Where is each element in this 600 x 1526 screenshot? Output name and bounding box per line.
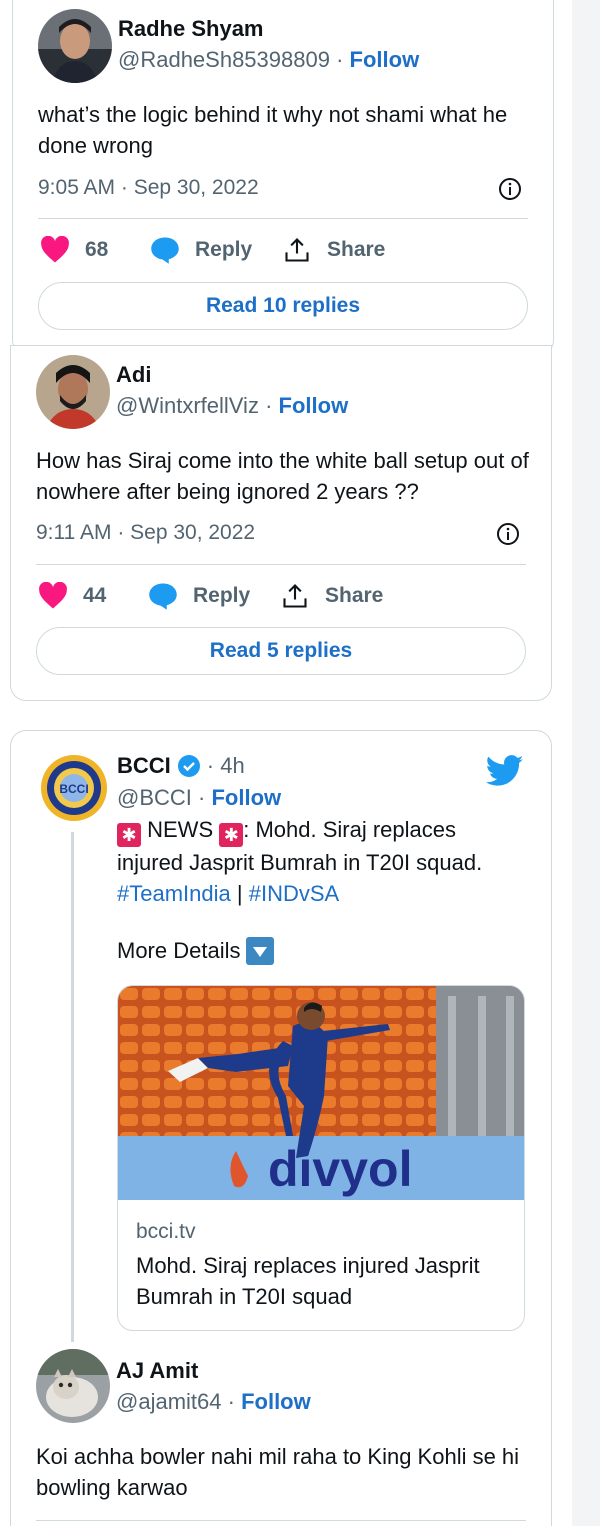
reply-bubble-icon (151, 237, 179, 264)
reply-label: Reply (195, 238, 253, 261)
down-arrow-icon (246, 936, 275, 965)
author-handle[interactable]: @BCCI (117, 785, 192, 810)
avatar-radhe[interactable] (38, 9, 112, 83)
avatar-ajamit[interactable] (36, 1349, 110, 1423)
share-icon (285, 238, 309, 262)
emblem-text: BCCI (59, 782, 88, 796)
hashtag-indvsa[interactable]: #INDvSA (249, 881, 339, 906)
author-handle-line: @ajamit64 · Follow (116, 1389, 311, 1415)
reply-bubble-icon (149, 583, 177, 610)
read-replies-button[interactable]: Read 5 replies (36, 627, 526, 675)
bcci-name[interactable]: BCCI (117, 753, 171, 779)
share-action[interactable]: Share (281, 582, 383, 610)
verified-icon (177, 755, 200, 777)
info-icon[interactable] (496, 522, 520, 546)
like-button[interactable]: 68 (40, 236, 108, 264)
link-image: divyol (118, 986, 524, 1200)
thread-line (71, 832, 74, 1342)
reply-label: Reply (193, 584, 251, 607)
more-details-label: More Details (117, 938, 241, 963)
tweet-age: · 4h (206, 753, 245, 778)
siren-icon: ✱ (219, 823, 244, 847)
heart-icon (41, 236, 69, 263)
follow-button[interactable]: Follow (211, 785, 281, 810)
tweet-text: How has Siraj come into the white ball s… (36, 448, 529, 504)
like-count: 44 (83, 584, 107, 607)
tweet-timestamp[interactable]: 9:11 AM · Sep 30, 2022 (36, 521, 255, 545)
share-label: Share (325, 584, 384, 607)
heart-icon (39, 582, 67, 609)
author-handle[interactable]: @WintxrfellViz (116, 393, 259, 418)
tweet-text: what’s the logic behind it why not shami… (38, 102, 508, 158)
info-icon[interactable] (498, 177, 522, 201)
divider (36, 564, 526, 565)
avatar-adi[interactable] (36, 355, 110, 429)
author-handle[interactable]: @ajamit64 (116, 1389, 222, 1414)
hashtag-separator: | (236, 881, 243, 906)
tweet-timestamp[interactable]: 9:05 AM · Sep 30, 2022 (38, 176, 259, 200)
share-icon (283, 584, 307, 608)
link-card[interactable]: divyol bcci.tv Mohd. Siraj replaces inju… (117, 985, 525, 1331)
reply-action[interactable]: Reply (148, 582, 250, 610)
separator-dot: · (265, 393, 273, 418)
follow-button[interactable]: Follow (241, 1389, 311, 1414)
separator-dot: · (227, 1389, 235, 1414)
author-name[interactable]: Radhe Shyam (118, 16, 264, 42)
author-handle-line: @BCCI · Follow (117, 785, 281, 811)
news-word: NEWS (147, 817, 214, 842)
separator-dot: · (336, 47, 344, 72)
tweet-text: Koi achha bowler nahi mil raha to King K… (36, 1444, 520, 1500)
link-title: Mohd. Siraj replaces injured Jasprit Bum… (136, 1253, 480, 1309)
divider (38, 218, 528, 219)
author-handle-line: @WintxrfellViz · Follow (116, 393, 348, 419)
bcci-tweet-text: ✱ NEWS ✱: Mohd. Siraj replaces injured J… (117, 814, 527, 909)
reply-action[interactable]: Reply (150, 236, 252, 264)
author-name[interactable]: Adi (116, 362, 151, 388)
author-name: BCCI · 4h (117, 753, 245, 779)
share-action[interactable]: Share (283, 236, 385, 264)
follow-button[interactable]: Follow (279, 393, 349, 418)
share-label: Share (327, 238, 386, 261)
like-count: 68 (85, 238, 109, 261)
read-replies-button[interactable]: Read 10 replies (38, 282, 528, 330)
bcci-logo[interactable]: BCCI (36, 750, 112, 826)
like-button[interactable]: 44 (38, 582, 106, 610)
hashtag-teamindia[interactable]: #TeamIndia (117, 881, 231, 906)
follow-button[interactable]: Follow (350, 47, 420, 72)
divider (36, 1520, 526, 1521)
right-gutter (572, 0, 600, 1526)
separator-dot: · (198, 785, 206, 810)
author-name[interactable]: AJ Amit (116, 1358, 198, 1384)
author-handle-line: @RadheSh85398809 · Follow (118, 47, 419, 73)
twitter-bird-icon[interactable] (486, 755, 524, 787)
author-handle[interactable]: @RadheSh85398809 (118, 47, 330, 72)
more-details: More Details (117, 935, 275, 966)
banner-text: divyol (268, 1141, 412, 1197)
siren-icon: ✱ (117, 823, 141, 847)
link-domain: bcci.tv (136, 1220, 196, 1243)
